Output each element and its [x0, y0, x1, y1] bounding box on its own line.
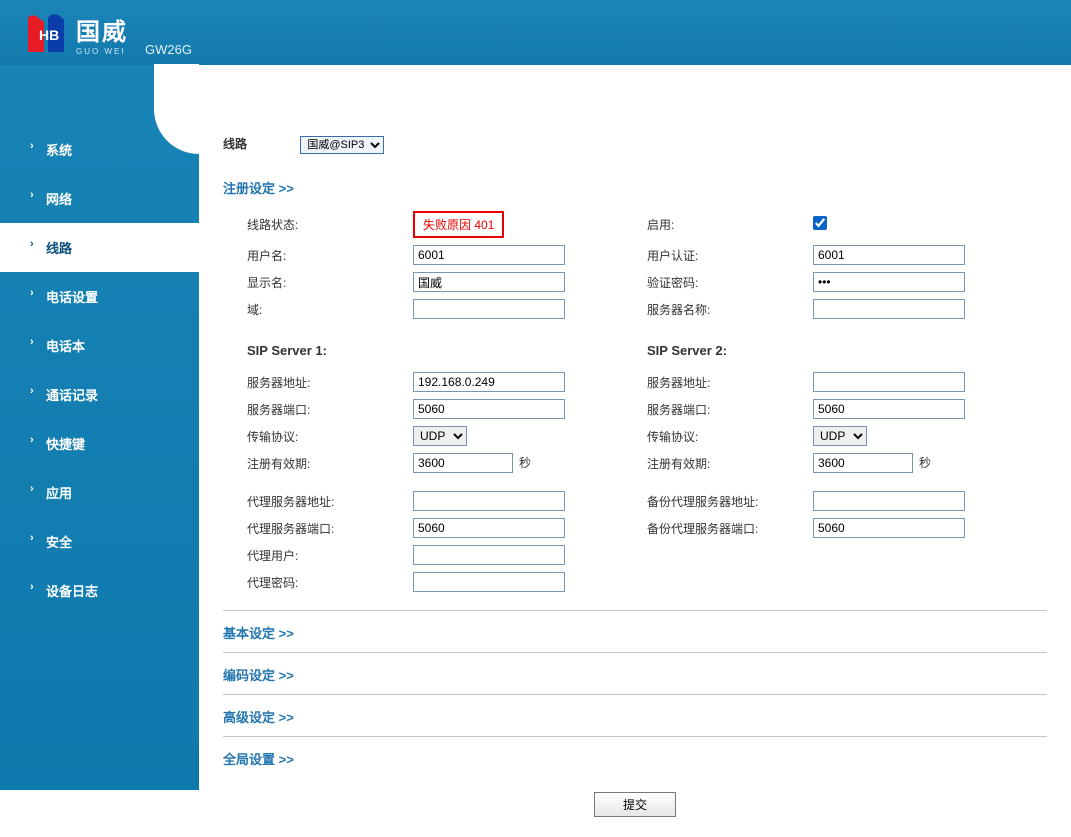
status-label: 线路状态:: [247, 216, 413, 233]
model-name: GW26G: [145, 42, 192, 57]
s2-port-input[interactable]: [813, 399, 965, 419]
displayname-input[interactable]: [413, 272, 565, 292]
sidebar-item-phonebook[interactable]: 电话本: [0, 321, 199, 370]
sidebar: 系统 网络 线路 电话设置 电话本 通话记录 快捷键 应用 安全 设备日志: [0, 65, 199, 790]
sidebar-item-network[interactable]: 网络: [0, 174, 199, 223]
global-settings-section[interactable]: 全局设置 >>: [223, 736, 1047, 778]
basic-settings-section[interactable]: 基本设定 >>: [223, 610, 1047, 652]
displayname-label: 显示名:: [247, 274, 413, 291]
proxy-pwd-label: 代理密码:: [247, 574, 413, 591]
sidebar-item-label: 网络: [46, 192, 72, 207]
sidebar-item-label: 安全: [46, 535, 72, 550]
sip-server2-title: SIP Server 2:: [647, 343, 1047, 358]
s1-addr-label: 服务器地址:: [247, 374, 413, 391]
bproxy-addr-label: 备份代理服务器地址:: [647, 493, 813, 510]
sidebar-item-phone-settings[interactable]: 电话设置: [0, 272, 199, 321]
realm-input[interactable]: [413, 299, 565, 319]
brand-name: 国威: [76, 12, 128, 47]
sidebar-item-label: 应用: [46, 486, 72, 501]
sidebar-item-label: 电话本: [46, 339, 85, 354]
s2-expire-input[interactable]: [813, 453, 913, 473]
s1-proto-label: 传输协议:: [247, 428, 413, 445]
sidebar-item-label: 系统: [46, 143, 72, 158]
sidebar-item-label: 通话记录: [46, 388, 98, 403]
codec-settings-section[interactable]: 编码设定 >>: [223, 652, 1047, 694]
auth-input[interactable]: [813, 245, 965, 265]
realm-label: 域:: [247, 301, 413, 318]
sidebar-item-label: 快捷键: [46, 437, 85, 452]
username-label: 用户名:: [247, 247, 413, 264]
sidebar-item-call-log[interactable]: 通话记录: [0, 370, 199, 419]
servername-input[interactable]: [813, 299, 965, 319]
password-input[interactable]: [813, 272, 965, 292]
line-selector-row: 线路 国威@SIP3: [223, 135, 1047, 154]
username-input[interactable]: [413, 245, 565, 265]
servername-label: 服务器名称:: [647, 301, 813, 318]
sip-server1-title: SIP Server 1:: [247, 343, 647, 358]
sidebar-item-line[interactable]: 线路: [0, 223, 199, 272]
bproxy-addr-input[interactable]: [813, 491, 965, 511]
bproxy-port-label: 备份代理服务器端口:: [647, 520, 813, 537]
sidebar-item-apps[interactable]: 应用: [0, 468, 199, 517]
s2-expire-label: 注册有效期:: [647, 455, 813, 472]
s1-addr-input[interactable]: [413, 372, 565, 392]
register-section-title[interactable]: 注册设定 >>: [223, 178, 1047, 197]
proxy-user-input[interactable]: [413, 545, 565, 565]
s2-addr-label: 服务器地址:: [647, 374, 813, 391]
sidebar-item-device-log[interactable]: 设备日志: [0, 566, 199, 615]
submit-button[interactable]: 提交: [594, 792, 676, 817]
sidebar-item-security[interactable]: 安全: [0, 517, 199, 566]
line-label: 线路: [223, 135, 297, 152]
proxy-addr-input[interactable]: [413, 491, 565, 511]
app-header: HB 国威 GUO WEI GW26G: [0, 0, 1071, 65]
s2-addr-input[interactable]: [813, 372, 965, 392]
line-select[interactable]: 国威@SIP3: [300, 136, 384, 154]
sidebar-item-label: 设备日志: [46, 584, 98, 599]
s2-expire-unit: 秒: [919, 456, 931, 470]
advanced-settings-section[interactable]: 高级设定 >>: [223, 694, 1047, 736]
proxy-port-label: 代理服务器端口:: [247, 520, 413, 537]
logo-icon: HB: [22, 10, 70, 58]
bproxy-port-input[interactable]: [813, 518, 965, 538]
sidebar-item-label: 线路: [46, 241, 72, 256]
enable-label: 启用:: [647, 216, 813, 233]
s1-port-label: 服务器端口:: [247, 401, 413, 418]
status-value: 失败原因 401: [413, 211, 504, 238]
sidebar-item-label: 电话设置: [46, 290, 98, 305]
enable-checkbox[interactable]: [813, 216, 827, 230]
brand-sub: GUO WEI: [76, 47, 128, 56]
main-panel: 线路 国威@SIP3 注册设定 >> 线路状态: 失败原因 401 启用:: [199, 65, 1071, 790]
s1-port-input[interactable]: [413, 399, 565, 419]
s2-proto-select[interactable]: UDP: [813, 426, 867, 446]
svg-text:HB: HB: [39, 27, 59, 43]
proxy-port-input[interactable]: [413, 518, 565, 538]
auth-label: 用户认证:: [647, 247, 813, 264]
proxy-user-label: 代理用户:: [247, 547, 413, 564]
s1-proto-select[interactable]: UDP: [413, 426, 467, 446]
s1-expire-unit: 秒: [519, 456, 531, 470]
s1-expire-label: 注册有效期:: [247, 455, 413, 472]
password-label: 验证密码:: [647, 274, 813, 291]
proxy-pwd-input[interactable]: [413, 572, 565, 592]
s2-proto-label: 传输协议:: [647, 428, 813, 445]
sidebar-item-system[interactable]: 系统: [0, 125, 199, 174]
sidebar-item-hotkeys[interactable]: 快捷键: [0, 419, 199, 468]
s1-expire-input[interactable]: [413, 453, 513, 473]
brand-text: 国威 GUO WEI: [76, 12, 128, 56]
s2-port-label: 服务器端口:: [647, 401, 813, 418]
proxy-addr-label: 代理服务器地址:: [247, 493, 413, 510]
